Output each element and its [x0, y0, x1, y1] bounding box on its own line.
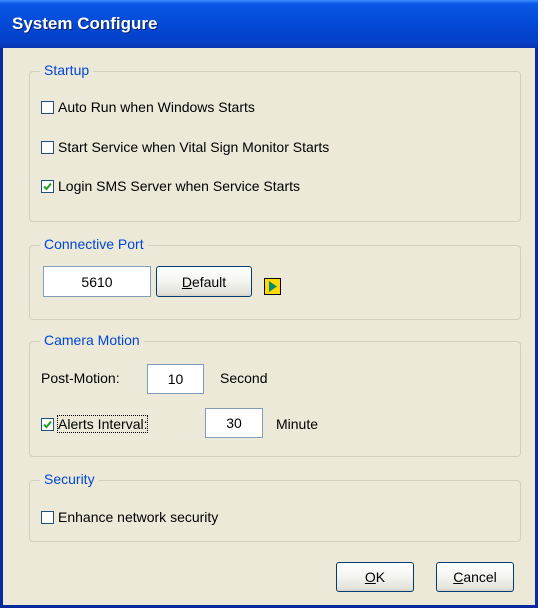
- play-arrow-button[interactable]: [264, 278, 281, 295]
- start-service-checkbox[interactable]: [41, 140, 54, 154]
- checkmark-icon: [43, 182, 52, 190]
- alerts-interval-unit: Minute: [276, 416, 319, 432]
- ok-button[interactable]: OK: [336, 562, 414, 592]
- alerts-interval-checkbox[interactable]: [41, 417, 54, 431]
- connective-port-legend: Connective Port: [40, 236, 148, 252]
- start-service-option[interactable]: Start Service when Vital Sign Monitor St…: [41, 139, 329, 155]
- login-sms-option[interactable]: Login SMS Server when Service Starts: [41, 178, 300, 194]
- port-input[interactable]: [43, 266, 151, 297]
- camera-motion-group: Camera Motion Post-Motion: Second Alerts…: [29, 332, 521, 457]
- ok-label-rest: K: [375, 569, 386, 585]
- security-group: Security Enhance network security: [29, 471, 521, 542]
- start-service-label: Start Service when Vital Sign Monitor St…: [58, 139, 330, 155]
- security-legend: Security: [40, 471, 99, 487]
- auto-run-checkbox[interactable]: [41, 100, 54, 114]
- auto-run-label: Auto Run when Windows Starts: [58, 99, 255, 115]
- login-sms-checkbox[interactable]: [41, 179, 54, 193]
- connective-port-group: Connective Port Default: [29, 236, 521, 320]
- window-title: System Configure: [12, 14, 158, 33]
- ok-mnemonic: O: [364, 569, 376, 585]
- cancel-mnemonic: C: [453, 569, 464, 585]
- enhance-security-label: Enhance network security: [58, 509, 219, 525]
- cancel-button[interactable]: Cancel: [436, 562, 514, 592]
- default-mnemonic: D: [181, 273, 192, 290]
- alerts-interval-label: Alerts Interval:: [56, 415, 149, 433]
- post-motion-unit: Second: [220, 370, 268, 386]
- auto-run-option[interactable]: Auto Run when Windows Starts: [41, 99, 255, 115]
- cancel-label-rest: ancel: [463, 569, 497, 585]
- default-label-rest: efault: [191, 273, 227, 290]
- title-bar[interactable]: System Configure: [0, 0, 538, 48]
- system-configure-dialog: System Configure Startup Auto Run when W…: [0, 0, 538, 608]
- enhance-security-option[interactable]: Enhance network security: [41, 509, 218, 525]
- enhance-security-checkbox[interactable]: [41, 510, 54, 524]
- login-sms-label: Login SMS Server when Service Starts: [58, 178, 300, 194]
- play-arrow-icon: [269, 281, 277, 292]
- checkmark-icon: [43, 420, 52, 428]
- post-motion-input[interactable]: [147, 364, 204, 394]
- startup-group: Startup Auto Run when Windows Starts Sta…: [29, 62, 521, 222]
- alerts-interval-option[interactable]: Alerts Interval:: [41, 415, 149, 433]
- post-motion-label: Post-Motion:: [41, 370, 120, 386]
- alerts-interval-input[interactable]: [205, 408, 263, 438]
- default-button[interactable]: Default: [156, 266, 252, 297]
- camera-motion-legend: Camera Motion: [40, 332, 144, 348]
- startup-legend: Startup: [40, 62, 94, 78]
